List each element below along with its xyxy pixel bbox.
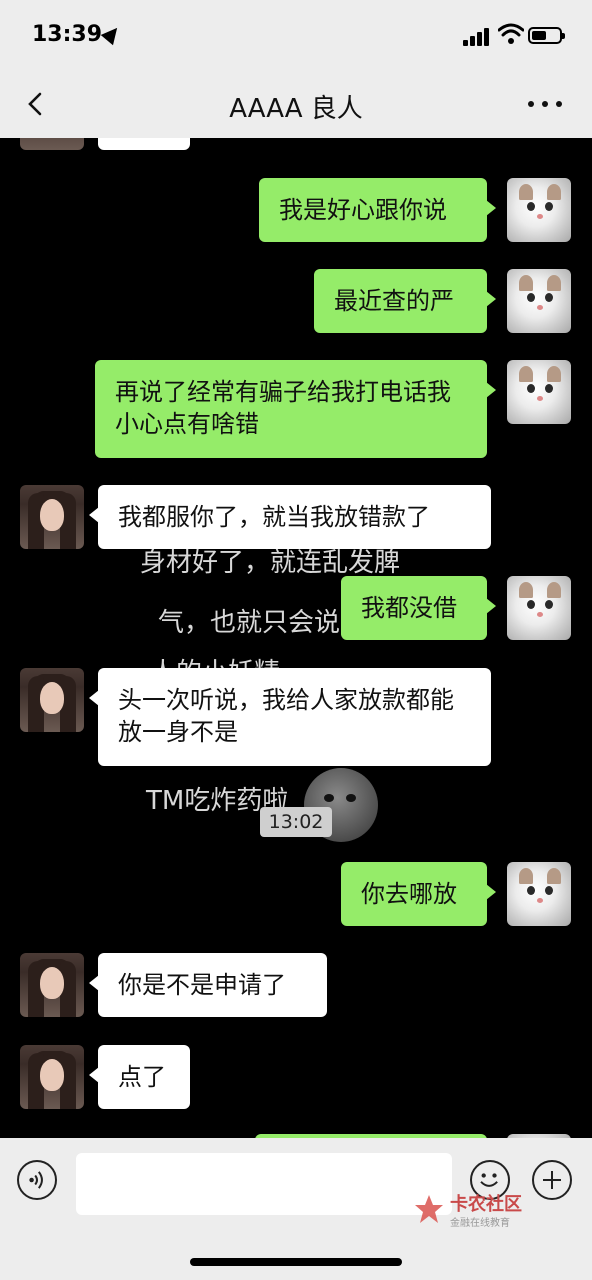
home-indicator[interactable] [190, 1258, 402, 1266]
watermark-title: 卡农社区 [450, 1194, 522, 1215]
message-bubble-sent[interactable]: 最近查的严 [314, 269, 496, 333]
avatar-other[interactable] [20, 485, 84, 549]
avatar-other[interactable] [20, 1045, 84, 1109]
message-bubble-received[interactable]: 我都服你了，就当我放错款了 [89, 485, 491, 549]
message-bubble-received[interactable]: 头一次听说，我给人家放款都能放一身不是 [89, 668, 491, 766]
cellular-signal-icon [463, 26, 491, 46]
avatar-me[interactable] [507, 576, 571, 640]
avatar-other[interactable] [20, 668, 84, 732]
message-bubble-partial [98, 138, 190, 150]
battery-icon [528, 27, 565, 44]
chat-area[interactable]: 身材好了，就连乱发脾 气，也就只会说 人的小妖精 TM吃炸药啦 13:02 我是… [0, 138, 592, 1138]
watermark-logo-icon [415, 1195, 443, 1223]
avatar-me[interactable] [507, 862, 571, 926]
plus-icon[interactable] [532, 1160, 572, 1200]
avatar-me[interactable] [507, 269, 571, 333]
video-timestamp: 13:02 [260, 807, 332, 837]
avatar-me[interactable] [507, 178, 571, 242]
voice-icon[interactable] [17, 1160, 57, 1200]
more-icon[interactable] [528, 101, 564, 109]
status-time: 13:39 [32, 22, 103, 47]
avatar-me[interactable] [507, 360, 571, 424]
wifi-icon [498, 23, 524, 44]
message-input[interactable] [76, 1153, 452, 1215]
message-bubble-received[interactable]: 点了 [89, 1045, 190, 1109]
message-bubble-sent[interactable]: 再说了经常有骗子给我打电话我小心点有啥错 [95, 360, 496, 458]
message-bubble-received[interactable]: 你是不是申请了 [89, 953, 327, 1017]
message-bubble-sent[interactable]: 你去哪放 [341, 862, 496, 926]
message-bubble-sent[interactable]: 我都没借 [341, 576, 496, 640]
watermark: 卡农社区 金融在线教育 [412, 1190, 537, 1232]
watermark-subtitle: 金融在线教育 [450, 1218, 510, 1229]
avatar-other[interactable] [20, 953, 84, 1017]
message-bubble-sent[interactable]: 我是好心跟你说 [259, 178, 496, 242]
avatar-other [20, 138, 84, 150]
video-text-line: 气，也就只会说 [158, 608, 341, 638]
chat-title: AAAA 良人 [229, 94, 363, 124]
